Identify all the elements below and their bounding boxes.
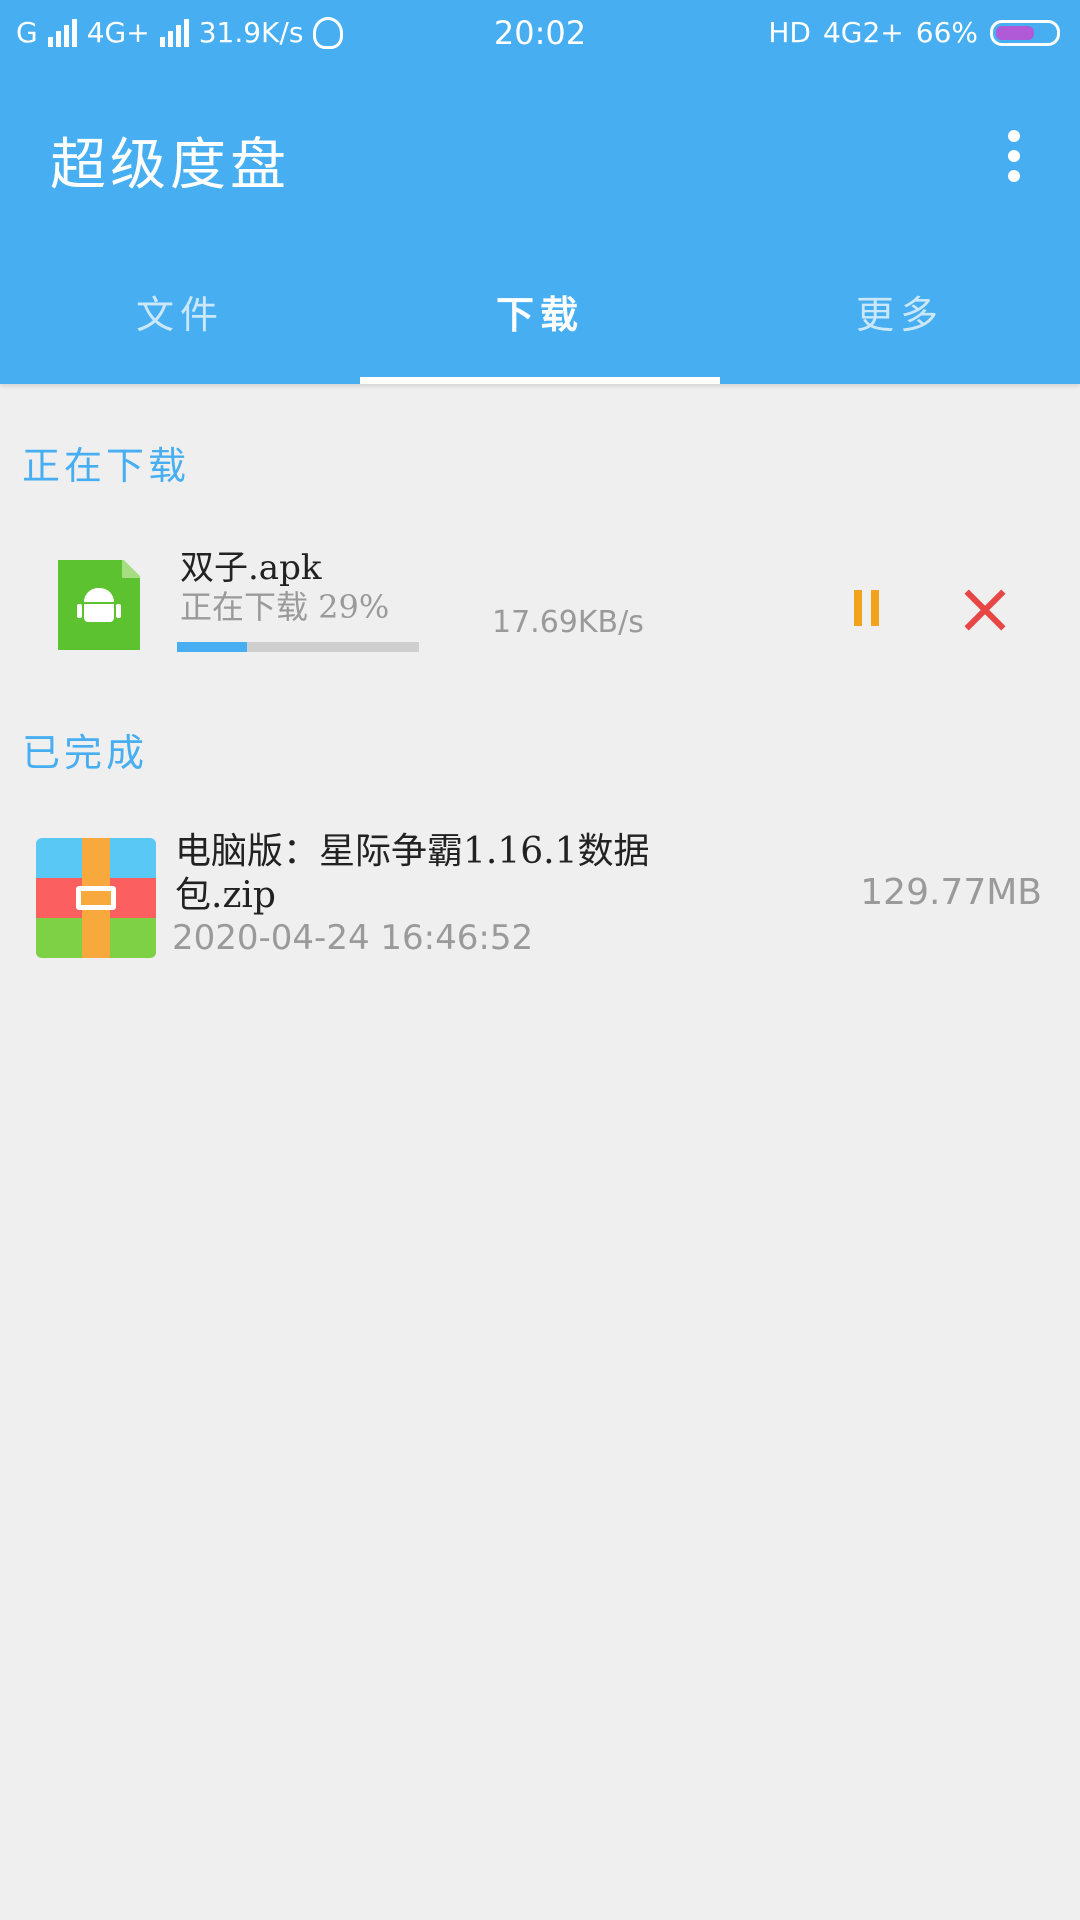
completed-item[interactable]: 电脑版：星际争霸1.16.1数据包.zip 2020-04-24 16:46:5… [0, 820, 1080, 970]
status-right: HD 4G2+ 66% [768, 16, 1060, 49]
download-speed: 17.69KB/s [492, 605, 644, 640]
tab-indicator [360, 377, 720, 384]
top-bar: G 4G+ 31.9K/s 20:02 HD 4G2+ 66% 超级度盘 文件 … [0, 0, 1080, 384]
completed-size: 129.77MB [860, 872, 1042, 913]
download-progress-bar [177, 642, 419, 652]
pause-icon[interactable] [850, 590, 882, 626]
hd-indicator: HD [768, 16, 811, 49]
status-bar: G 4G+ 31.9K/s 20:02 HD 4G2+ 66% [0, 0, 1080, 72]
tab-bar: 文件 下载 更多 [0, 270, 1080, 384]
download-progress-fill [177, 642, 248, 652]
close-icon[interactable] [962, 588, 1006, 632]
tab-files[interactable]: 文件 [0, 270, 360, 384]
android-apk-icon [58, 560, 140, 650]
tab-more[interactable]: 更多 [720, 270, 1080, 384]
completed-section-title: 已完成 [22, 731, 149, 775]
tab-downloads[interactable]: 下载 [360, 270, 720, 384]
downloading-section-title: 正在下载 [22, 444, 191, 488]
tab-files-label: 文件 [135, 293, 224, 337]
battery-icon [990, 19, 1060, 46]
network-type-3: 4G2+ [822, 16, 904, 49]
download-item[interactable]: 双子.apk 正在下载 29% 17.69KB/s [0, 530, 1080, 680]
app-title: 超级度盘 [50, 133, 290, 198]
completed-file-name: 电脑版：星际争霸1.16.1数据包.zip [175, 831, 650, 916]
tab-more-label: 更多 [855, 293, 944, 337]
tab-downloads-label: 下载 [495, 293, 584, 337]
more-vert-icon[interactable] [1000, 130, 1028, 182]
completed-date: 2020-04-24 16:46:52 [172, 918, 534, 958]
battery-percent: 66% [915, 16, 978, 49]
download-status: 正在下载 29% [180, 588, 390, 626]
zip-archive-icon [36, 838, 156, 958]
